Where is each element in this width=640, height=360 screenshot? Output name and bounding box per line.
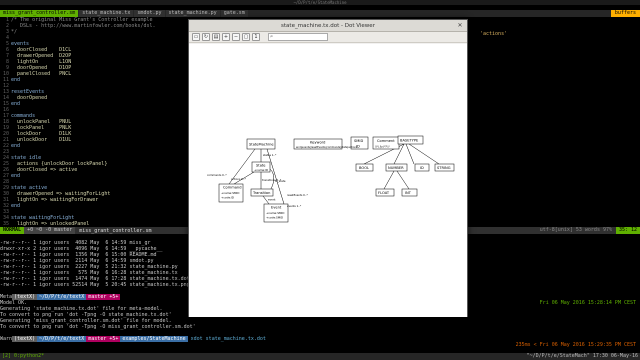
- code-text: end: [11, 173, 21, 179]
- edge-label: to_state: [275, 179, 286, 183]
- editor-tab[interactable]: state_machine.tx: [79, 10, 134, 17]
- code-text: DSLs - http://www.martinfowler.com/books…: [11, 23, 156, 29]
- edge-number-float: [383, 170, 395, 190]
- node-label: Command: [223, 186, 241, 190]
- edge-label: event: [268, 198, 275, 202]
- close-icon[interactable]: ✕: [456, 22, 464, 30]
- zoom-fit-icon[interactable]: ▢: [242, 33, 250, 41]
- dot-viewer-title: state_machine.tx.dot - Dot Viewer: [281, 23, 375, 29]
- print-icon[interactable]: ▤: [212, 33, 220, 41]
- prompt-git: master +5+: [86, 294, 121, 300]
- code-text: end: [11, 77, 21, 83]
- node-label: BOOL: [359, 166, 369, 170]
- node-label: BASETYPE: [400, 139, 419, 143]
- edge-label: actions 0..*: [231, 177, 246, 181]
- zoom-out-icon[interactable]: −: [232, 33, 240, 41]
- node-label: Comment: [377, 139, 395, 143]
- prompt-time: 235ms < Fri 06 May 2016 15:29:35 PM CEST: [515, 342, 636, 348]
- tmux-window-list[interactable]: [2] 0:python2*: [2, 353, 44, 360]
- reload-icon[interactable]: ↻: [202, 33, 210, 41]
- editor-tab[interactable]: state_machine.py: [165, 10, 220, 17]
- edge-basetype-string: [408, 143, 440, 165]
- node-label: ID: [356, 145, 360, 149]
- editor-tab[interactable]: gate.sm: [220, 10, 248, 17]
- tmux-status-bar: [2] 0:python2* "~/D/P/t/e/StateMach" 17:…: [0, 353, 640, 360]
- git-info: +0 ~0 -0 master: [24, 227, 76, 234]
- node-label: StateMachine: [249, 143, 274, 147]
- code-text: end: [11, 203, 21, 209]
- prompt-command: xdot state_machine.tx.dot: [190, 336, 266, 342]
- node-label: end|events|resetEvents|commands|state|ac…: [296, 145, 358, 149]
- code-text: unlockDoor D1UL: [11, 137, 72, 143]
- statusline-fileinfo: utf-8[unix] 53 words 97%: [539, 227, 612, 233]
- prompt-env: (textX): [12, 294, 38, 300]
- node-label: +code:SMID: [266, 216, 283, 220]
- dot-viewer-titlebar[interactable]: state_machine.tx.dot - Dot Viewer ✕: [189, 20, 467, 32]
- code-text: end: [11, 143, 21, 149]
- search-input[interactable]: ⌕: [268, 33, 328, 41]
- prompt-subdir: examples/StateMachine: [120, 336, 188, 342]
- node-label: Transition: [252, 191, 270, 195]
- node-label: Keyword: [310, 141, 325, 145]
- zoom-100-icon[interactable]: 1: [252, 33, 260, 41]
- dot-viewer-window[interactable]: state_machine.tx.dot - Dot Viewer ✕ ▭ ↻ …: [188, 19, 468, 317]
- vim-tabline: miss_grant_controller.sm state_machine.tx…: [0, 10, 640, 17]
- code-text: lightOn => waitingForDrawer: [11, 197, 99, 203]
- zoom-in-icon[interactable]: +: [222, 33, 230, 41]
- node-label: +name:SMID: [266, 211, 284, 215]
- prompt-dir: ~/D/P/t/e/textX: [37, 294, 87, 300]
- code-text: */: [11, 29, 18, 35]
- editor-tab[interactable]: miss_grant_controller.sm: [0, 10, 79, 17]
- editor-tab[interactable]: smdot.py: [134, 10, 165, 17]
- prompt-git: master +5+: [86, 336, 121, 342]
- node-label: +name:ID: [254, 168, 268, 172]
- edge-label: resetEvents 0..*: [287, 193, 308, 197]
- editor-right-snippet: 'actions': [480, 31, 508, 37]
- metamodel-graph[interactable]: StateMachine Keyword end|events|resetEve…: [189, 44, 467, 317]
- node-label: SMID: [354, 139, 363, 143]
- tmux-status-right: "~/D/P/t/e/StateMach" 17:30 06-May-16: [526, 353, 638, 359]
- prompt-line-2: (textX) ~/D/P/t/e/textX master +5+ examples…: [0, 330, 640, 348]
- edge-label: events 1..*: [287, 204, 302, 208]
- buffers-indicator[interactable]: buffers: [610, 10, 640, 17]
- search-icon: ⌕: [270, 34, 274, 40]
- node-label: /\*(.|\n)*?\*/: [375, 145, 390, 149]
- node-label: +name:SMID: [221, 191, 239, 195]
- code-text: doorClosed => active: [11, 167, 78, 173]
- node-label: STRING: [437, 166, 451, 170]
- node-label: NUMBER: [388, 166, 404, 170]
- terminal-title: ~/D/P/t/e/StateMachine: [293, 0, 347, 5]
- prompt-env: (textX): [12, 336, 38, 342]
- terminal-title-bar: ~/D/P/t/e/StateMachine: [0, 0, 640, 5]
- prompt-dir: ~/D/P/t/e/textX: [37, 336, 87, 342]
- dot-viewer-toolbar: ▭ ↻ ▤ + − ▢ 1 ⌕: [189, 32, 467, 43]
- node-label: +code:ID: [221, 196, 234, 200]
- open-icon[interactable]: ▭: [192, 33, 200, 41]
- node-label: Event: [271, 206, 282, 210]
- node-label: INT: [405, 191, 412, 195]
- dot-graph-canvas[interactable]: StateMachine Keyword end|events|resetEve…: [189, 44, 467, 317]
- edge-number-int: [396, 170, 410, 190]
- cursor-position: 35: 12: [615, 227, 640, 234]
- statusline-filename: miss_grant_controller.sm: [79, 227, 152, 234]
- prompt-time: Fri 06 May 2016 15:28:14 PM CEST: [539, 300, 636, 306]
- edge-label: commands 0..*: [207, 173, 227, 177]
- code-text: end: [11, 101, 21, 107]
- node-label: FLOAT: [378, 191, 390, 195]
- edge-basetype-id: [405, 143, 415, 165]
- code-text: panelClosed PNCL: [11, 71, 72, 77]
- node-label: ID: [420, 166, 424, 170]
- vim-mode: NORMAL: [0, 227, 25, 234]
- edge-label: states 1..*: [263, 153, 277, 157]
